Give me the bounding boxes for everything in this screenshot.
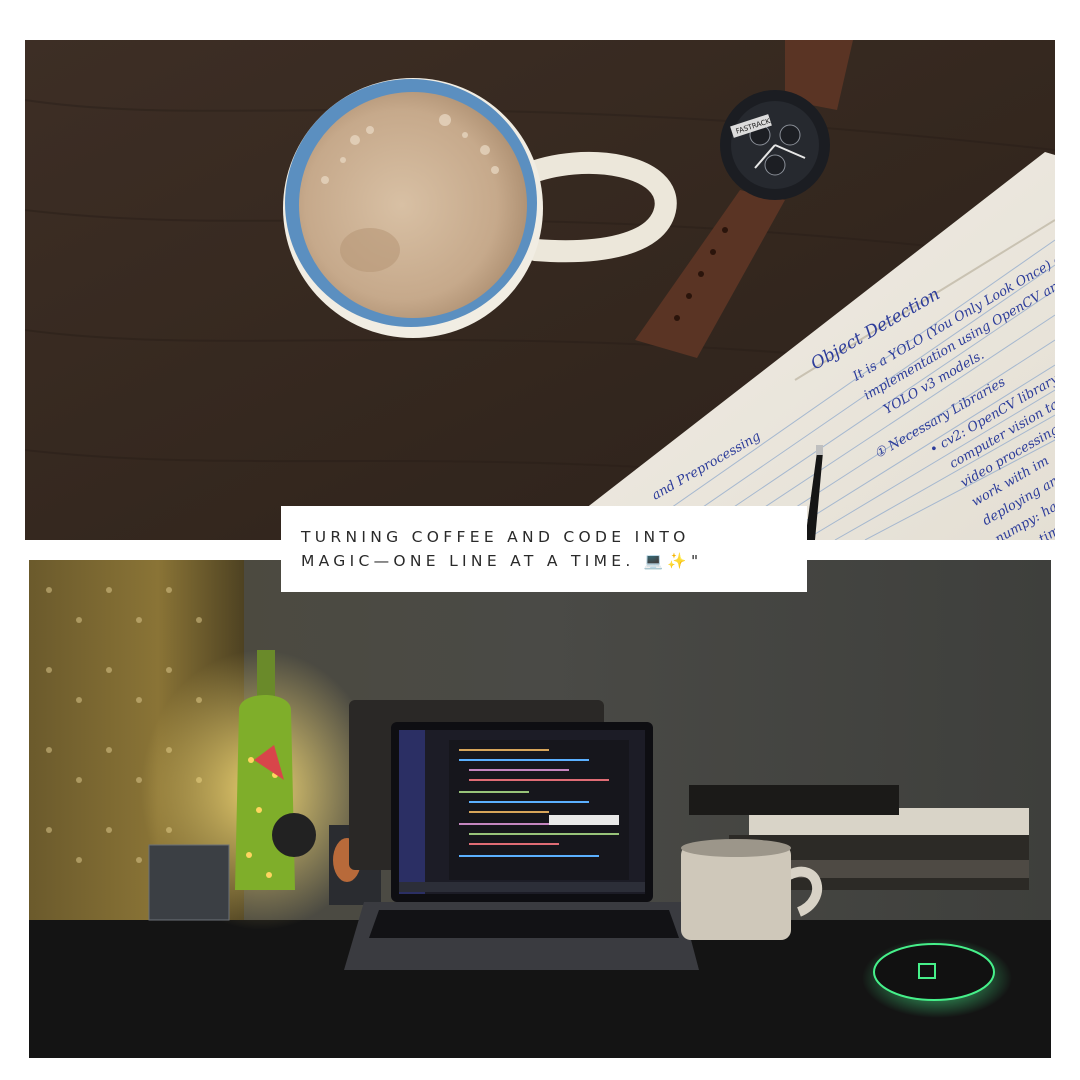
bottom-photo-scene	[29, 560, 1051, 1058]
top-photo-scene: FASTRACK Object Detection It is a YOLO (…	[25, 40, 1055, 540]
caption-box: TURNING COFFEE AND CODE INTO MAGIC—ONE L…	[281, 506, 807, 592]
coffee-surface	[299, 92, 527, 318]
bottom-photo-desk-setup	[29, 560, 1051, 1058]
laptop-keyboard	[369, 910, 679, 938]
top-photo-coffee-table: FASTRACK Object Detection It is a YOLO (…	[25, 40, 1055, 540]
pen-holder-left	[148, 844, 230, 921]
caption-line-2: MAGIC—ONE LINE AT A TIME. 💻✨"	[301, 552, 703, 570]
figurine	[272, 813, 316, 857]
dock	[399, 882, 645, 892]
laptop	[344, 722, 699, 970]
caption-line-1: TURNING COFFEE AND CODE INTO	[301, 528, 690, 546]
